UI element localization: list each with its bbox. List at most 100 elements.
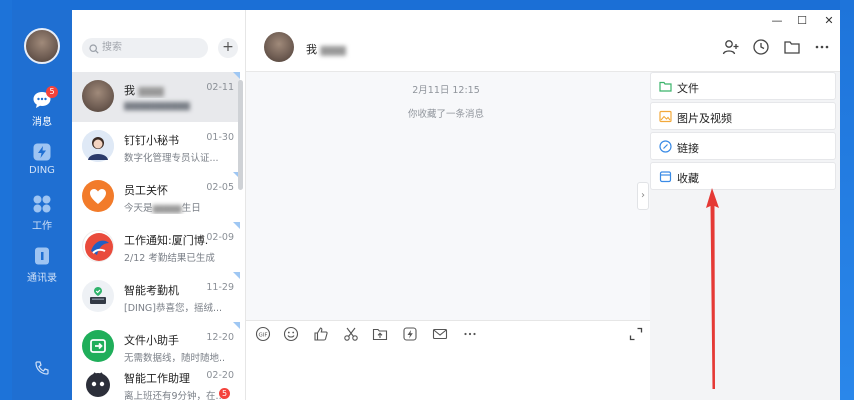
conversation-name: 我 ▆▆▆ [124, 84, 164, 97]
avatar [82, 230, 114, 262]
unread-badge: 5 [219, 388, 230, 399]
folder-icon[interactable] [783, 38, 801, 56]
nav-item-contacts[interactable]: 通讯录 [12, 246, 72, 284]
conversation-name: 文件小助手 [124, 334, 179, 347]
emoji-icon[interactable] [283, 326, 299, 342]
chat-title: 我 ▆▆▆ [306, 43, 346, 56]
conversation-name: 钉钉小秘书 [124, 134, 179, 147]
pinned-marker [233, 222, 240, 229]
system-message: 你收藏了一条消息 [407, 109, 484, 120]
heart-icon [90, 189, 106, 204]
nav-label: 工作 [32, 221, 52, 232]
side-item-label: 图片及视频 [677, 112, 732, 125]
list-item[interactable]: 智能工作助理 离上班还有9分钟，在... 02-20 5 [72, 360, 240, 400]
message-timestamp: 2月11日 12:15 [412, 85, 480, 96]
pinned-marker [233, 322, 240, 329]
unread-badge: 5 [46, 86, 58, 98]
side-item-media[interactable]: 图片及视频 [650, 102, 836, 130]
conversation-time: 12-20 [206, 332, 234, 343]
avatar [82, 280, 114, 312]
list-item[interactable]: 智能考勤机 [DING]恭喜您，摇绒... 11-29 [72, 272, 240, 322]
desktop-background-left [0, 0, 12, 400]
message-composer[interactable] [246, 321, 650, 400]
file-transfer-icon [90, 339, 106, 353]
maximize-button[interactable]: ☐ [795, 14, 809, 27]
image-icon [659, 110, 672, 123]
company-logo-icon [85, 233, 113, 261]
mail-icon[interactable] [432, 326, 448, 342]
expand-icon[interactable] [628, 326, 644, 342]
avatar [82, 130, 114, 162]
conversation-time: 02-05 [206, 182, 234, 193]
nav-item-work[interactable]: 工作 [12, 194, 72, 232]
link-icon [659, 140, 672, 153]
nav-rail: 消息 5 DING 工作 通讯录 [12, 10, 72, 400]
search-input[interactable]: 搜索 [82, 38, 208, 58]
conversation-preview: 离上班还有9分钟，在... [124, 391, 224, 400]
assistant-avatar-icon [82, 130, 114, 162]
minimize-button[interactable]: — [770, 14, 784, 27]
more-icon[interactable] [813, 38, 831, 56]
avatar [82, 180, 114, 212]
side-item-links[interactable]: 链接 [650, 132, 836, 160]
chat-avatar[interactable] [264, 32, 294, 62]
conversation-name: 智能工作助理 [124, 372, 190, 385]
avatar [82, 80, 114, 112]
conversation-name: 员工关怀 [124, 184, 168, 197]
more-tools-icon[interactable] [462, 326, 478, 342]
nav-label: 消息 [32, 117, 52, 128]
conversation-preview: [DING]恭喜您，摇绒... [124, 303, 223, 314]
scissors-icon[interactable] [343, 326, 359, 342]
conversation-time: 11-29 [206, 282, 234, 293]
robot-assistant-icon [86, 372, 110, 397]
annotation-arrow-icon [706, 188, 719, 389]
add-button[interactable]: + [218, 38, 238, 58]
favorites-box-icon [659, 171, 672, 183]
ding-icon[interactable] [402, 326, 418, 342]
thumbs-up-icon[interactable] [313, 326, 329, 342]
list-item[interactable]: 钉钉小秘书 数字化管理专员认证... 01-30 [72, 122, 240, 172]
search-icon [89, 44, 99, 54]
side-item-files[interactable]: 文件 [650, 72, 836, 100]
svg-text:GIF: GIF [258, 332, 267, 338]
side-item-label: 链接 [677, 142, 699, 155]
conversation-name: 工作通知:厦门博... [124, 234, 208, 247]
attendance-machine-icon [90, 287, 106, 304]
gif-icon[interactable]: GIF [255, 326, 271, 342]
side-item-label: 文件 [677, 82, 699, 95]
conversation-list: 搜索 + 我 ▆▆▆ ▆▆▆▆▆▆▆▆▆ 02-11 钉钉小秘书 数字化管理专员… [72, 10, 246, 400]
side-panel: 文件 图片及视频 链接 收藏 [650, 72, 840, 400]
close-button[interactable]: ✕ [822, 14, 836, 27]
ding-lightning-icon [33, 143, 51, 161]
contacts-book-icon [35, 247, 49, 265]
conversation-preview: 数字化管理专员认证... [124, 153, 219, 164]
history-clock-icon[interactable] [752, 38, 770, 56]
nav-item-messages[interactable]: 消息 5 [12, 86, 72, 128]
apps-grid-icon [33, 195, 51, 213]
list-scrollbar[interactable] [238, 80, 243, 190]
list-item[interactable]: 员工关怀 今天是▆▆▆▆生日 02-05 [72, 172, 240, 222]
side-item-favorites[interactable]: 收藏 [650, 162, 836, 190]
pinned-marker [233, 272, 240, 279]
folder-upload-icon[interactable] [372, 326, 388, 342]
avatar [82, 330, 114, 362]
folder-icon [659, 81, 672, 92]
conversation-name: 智能考勤机 [124, 284, 179, 297]
pinned-marker [233, 72, 240, 79]
desktop-background-right [840, 0, 854, 400]
chat-pane: 我 ▆▆▆ — ☐ ✕ 2月11日 12:15 你收藏了一条消息 GIF [246, 10, 840, 400]
chat-header: 我 ▆▆▆ — ☐ ✕ [246, 10, 840, 72]
conversation-time: 02-09 [206, 232, 234, 243]
list-item[interactable]: 我 ▆▆▆ ▆▆▆▆▆▆▆▆▆ 02-11 [72, 72, 240, 122]
collapse-panel-button[interactable]: › [637, 182, 649, 210]
nav-label: 通讯录 [27, 273, 57, 284]
nav-item-ding[interactable]: DING [12, 142, 72, 176]
list-item[interactable]: 工作通知:厦门博... 2/12 考勤结果已生成 02-09 [72, 222, 240, 272]
conversation-preview: ▆▆▆▆▆▆▆▆▆ [124, 100, 190, 111]
conversation-preview: 2/12 考勤结果已生成 [124, 253, 215, 264]
nav-label: DING [29, 165, 55, 176]
phone-icon[interactable] [34, 360, 50, 376]
add-member-icon[interactable] [722, 38, 740, 56]
conversation-time: 02-11 [206, 82, 234, 93]
user-avatar[interactable] [24, 28, 60, 64]
